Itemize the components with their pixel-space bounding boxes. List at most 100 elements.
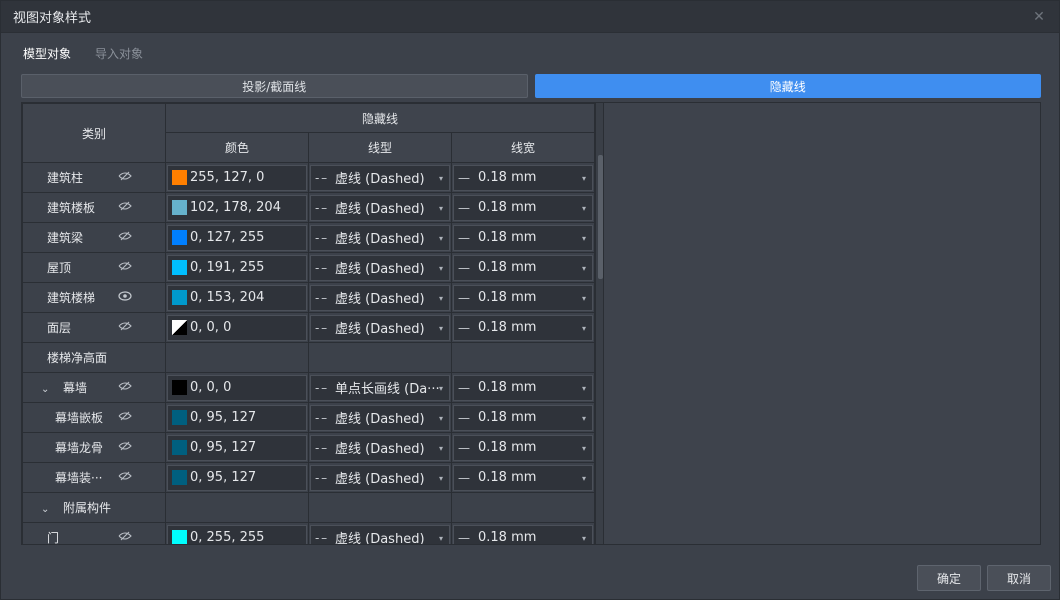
linewidth-dropdown[interactable]: — 0.18 mm ▾ bbox=[453, 374, 594, 401]
chevron-down-icon: ▾ bbox=[438, 383, 443, 393]
linewidth-dropdown[interactable]: — 0.18 mm ▾ bbox=[453, 524, 594, 545]
header-category: 类别 bbox=[22, 103, 166, 163]
linetype-cell: - – 虚线 (Dashed) ▾ bbox=[308, 462, 452, 493]
eye-off-icon[interactable] bbox=[117, 471, 133, 485]
empty-cell bbox=[450, 492, 596, 523]
linewidth-cell: — 0.18 mm ▾ bbox=[450, 162, 596, 193]
linewidth-dropdown[interactable]: — 0.18 mm ▾ bbox=[453, 434, 594, 461]
chevron-down-icon: ▾ bbox=[438, 203, 443, 213]
table-row[interactable]: 门 0, 255, 255 - – 虚线 (Dashed) ▾ — 0.18 mm ▾ bbox=[22, 522, 596, 545]
linetype-dropdown[interactable]: - – 虚线 (Dashed) ▾ bbox=[310, 254, 450, 281]
linewidth-cell: — 0.18 mm ▾ bbox=[450, 282, 596, 313]
table-row[interactable]: 楼梯净高面 bbox=[22, 342, 596, 373]
eye-off-icon[interactable] bbox=[117, 411, 133, 425]
linetype-cell: - – 单点长画线 (Da··· ▾ bbox=[308, 372, 452, 403]
chevron-down-icon: ▾ bbox=[438, 473, 443, 483]
tab-model-objects[interactable]: 模型对象 bbox=[23, 45, 71, 62]
tab-imported-objects[interactable]: 导入对象 bbox=[95, 45, 143, 62]
color-swatch bbox=[172, 230, 187, 245]
segment-hidden-lines[interactable]: 隐藏线 bbox=[534, 74, 1041, 98]
eye-off-icon[interactable] bbox=[117, 321, 133, 335]
solid-line-icon: — bbox=[458, 440, 470, 455]
linewidth-dropdown[interactable]: — 0.18 mm ▾ bbox=[453, 464, 594, 491]
color-picker[interactable]: 0, 153, 204 bbox=[167, 284, 307, 311]
table-row[interactable]: 幕墙嵌板 0, 95, 127 - – 虚线 (Dashed) ▾ — 0.18 mm ▾ bbox=[22, 402, 596, 433]
color-picker[interactable]: 0, 95, 127 bbox=[167, 434, 307, 461]
linetype-value: 虚线 (Dashed) bbox=[335, 412, 425, 427]
color-swatch bbox=[172, 380, 187, 395]
linetype-dropdown[interactable]: - – 虚线 (Dashed) ▾ bbox=[310, 284, 450, 311]
color-picker[interactable]: 0, 0, 0 bbox=[167, 374, 307, 401]
eye-off-icon[interactable] bbox=[117, 441, 133, 455]
linetype-dropdown[interactable]: - – 虚线 (Dashed) ▾ bbox=[310, 464, 450, 491]
linewidth-value: 0.18 mm bbox=[478, 200, 537, 215]
eye-off-icon[interactable] bbox=[117, 171, 133, 185]
eye-off-icon[interactable] bbox=[117, 531, 133, 544]
linetype-cell: - – 虚线 (Dashed) ▾ bbox=[308, 402, 452, 433]
linewidth-dropdown[interactable]: — 0.18 mm ▾ bbox=[453, 254, 594, 281]
color-picker[interactable]: 0, 127, 255 bbox=[167, 224, 307, 251]
linetype-dropdown[interactable]: - – 虚线 (Dashed) ▾ bbox=[310, 164, 450, 191]
chevron-down-icon[interactable]: ⌄ bbox=[41, 384, 55, 395]
table-row[interactable]: 建筑楼板 102, 178, 204 - – 虚线 (Dashed) ▾ — 0.18 mm… bbox=[22, 192, 596, 223]
category-cell: ⌄ 附属构件 bbox=[22, 492, 166, 523]
linetype-dropdown[interactable]: - – 虚线 (Dashed) ▾ bbox=[310, 524, 450, 544]
linetype-dropdown[interactable]: - – 虚线 (Dashed) ▾ bbox=[310, 194, 450, 221]
table-row[interactable]: ⌄ 附属构件 bbox=[22, 492, 596, 523]
preview-panel bbox=[603, 102, 1041, 545]
linewidth-dropdown[interactable]: — 0.18 mm ▾ bbox=[453, 224, 594, 251]
linewidth-cell: — 0.18 mm ▾ bbox=[450, 462, 596, 493]
linetype-cell: - – 虚线 (Dashed) ▾ bbox=[308, 192, 452, 223]
table-row[interactable]: 建筑柱 255, 127, 0 - – 虚线 (Dashed) ▾ — 0.18 mm ▾ bbox=[22, 162, 596, 193]
segment-projection-cut-lines[interactable]: 投影/截面线 bbox=[21, 74, 528, 98]
close-icon[interactable]: ✕ bbox=[1031, 9, 1047, 25]
category-name: 附属构件 bbox=[63, 501, 112, 515]
table-row[interactable]: ⌄ 幕墙 0, 0, 0- – 单点长画线 (Da··· ▾ —0.18 mm ▾ bbox=[22, 372, 596, 403]
color-picker[interactable]: 0, 95, 127 bbox=[167, 464, 307, 491]
color-picker[interactable]: 0, 0, 0 bbox=[167, 314, 307, 341]
table-row[interactable]: 面层 0, 0, 0 - – 虚线 (Dashed) ▾ — 0.18 mm ▾ bbox=[22, 312, 596, 343]
eye-icon[interactable] bbox=[117, 291, 133, 305]
ok-button[interactable]: 确定 bbox=[917, 565, 981, 591]
linetype-dropdown[interactable]: - – 虚线 (Dashed) ▾ bbox=[310, 314, 450, 341]
chevron-down-icon[interactable]: ⌄ bbox=[41, 504, 55, 515]
table-row[interactable]: 建筑梁 0, 127, 255 - – 虚线 (Dashed) ▾ — 0.18 mm ▾ bbox=[22, 222, 596, 253]
category-cell: 门 bbox=[22, 522, 166, 544]
color-picker[interactable]: 0, 95, 127 bbox=[167, 404, 307, 431]
chevron-down-icon: ▾ bbox=[438, 263, 443, 273]
linewidth-dropdown[interactable]: — 0.18 mm ▾ bbox=[453, 404, 594, 431]
solid-line-icon: — bbox=[458, 170, 470, 185]
empty-cell bbox=[165, 342, 309, 373]
color-picker[interactable]: 0, 255, 255 bbox=[167, 524, 307, 544]
table-row[interactable]: 幕墙装··· 0, 95, 127 - – 虚线 (Dashed) ▾ — 0.18 mm ▾ bbox=[22, 462, 596, 493]
table-row[interactable]: 幕墙龙骨 0, 95, 127 - – 虚线 (Dashed) ▾ — 0.18 mm ▾ bbox=[22, 432, 596, 463]
solid-line-icon: — bbox=[458, 530, 470, 545]
linewidth-dropdown[interactable]: — 0.18 mm ▾ bbox=[453, 164, 594, 191]
linewidth-dropdown[interactable]: — 0.18 mm ▾ bbox=[453, 314, 594, 341]
category-name: 建筑梁 bbox=[47, 231, 84, 245]
linewidth-value: 0.18 mm bbox=[478, 470, 537, 485]
eye-off-icon[interactable] bbox=[117, 381, 133, 395]
style-table-container: 类别 隐藏线 颜色 线型 线宽 建筑柱 255, 127, 0 - – 虚线 (Das… bbox=[21, 102, 604, 545]
linetype-dropdown[interactable]: - – 虚线 (Dashed) ▾ bbox=[310, 404, 450, 431]
eye-off-icon[interactable] bbox=[117, 261, 133, 275]
linetype-dropdown[interactable]: - – 虚线 (Dashed) ▾ bbox=[310, 224, 450, 251]
linewidth-value: 0.18 mm bbox=[478, 380, 537, 395]
table-row[interactable]: 屋顶 0, 191, 255 - – 虚线 (Dashed) ▾ — 0.18 mm ▾ bbox=[22, 252, 596, 283]
eye-off-icon[interactable] bbox=[117, 231, 133, 245]
eye-off-icon[interactable] bbox=[117, 201, 133, 215]
chevron-down-icon: ▾ bbox=[582, 323, 587, 333]
category-cell: 幕墙嵌板 bbox=[22, 402, 166, 433]
color-picker[interactable]: 102, 178, 204 bbox=[167, 194, 307, 221]
linetype-dropdown[interactable]: - – 虚线 (Dashed) ▾ bbox=[310, 434, 450, 461]
cancel-button[interactable]: 取消 bbox=[987, 565, 1051, 591]
color-picker[interactable]: 0, 191, 255 bbox=[167, 254, 307, 281]
table-row[interactable]: 建筑楼梯 0, 153, 204 - – 虚线 (Dashed) ▾ — 0.18 mm ▾ bbox=[22, 282, 596, 313]
linewidth-dropdown[interactable]: — 0.18 mm ▾ bbox=[453, 284, 594, 311]
color-swatch bbox=[172, 470, 187, 485]
linetype-dropdown[interactable]: - – 单点长画线 (Da··· ▾ bbox=[310, 374, 450, 401]
chevron-down-icon: ▾ bbox=[582, 443, 587, 453]
color-picker[interactable]: 255, 127, 0 bbox=[167, 164, 307, 191]
linewidth-dropdown[interactable]: — 0.18 mm ▾ bbox=[453, 194, 594, 221]
empty-cell bbox=[165, 492, 309, 523]
